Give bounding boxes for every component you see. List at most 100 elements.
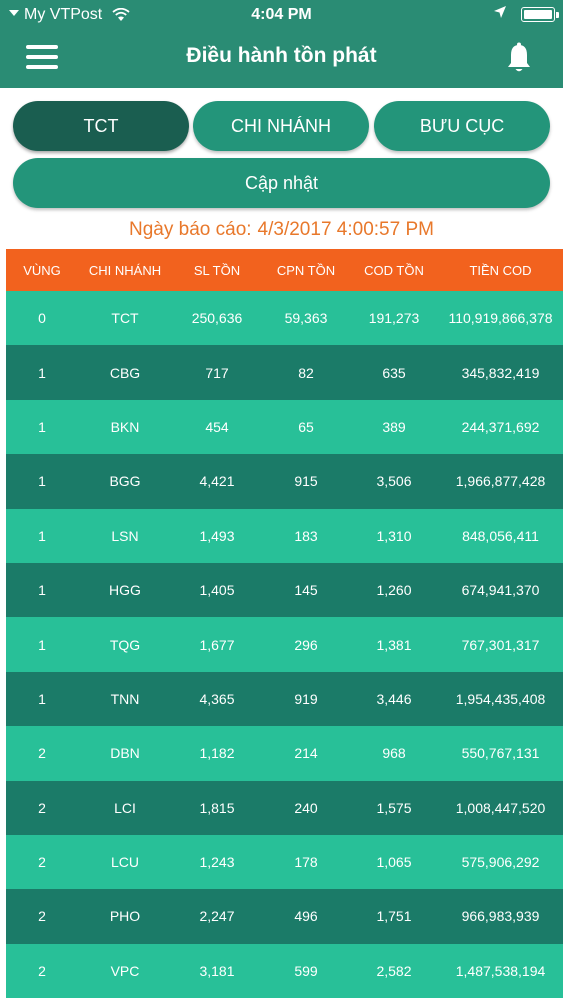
table-row[interactable]: 1 BGG 4,421 915 3,506 1,966,877,428 bbox=[6, 454, 563, 509]
report-date-value: 4/3/2017 4:00:57 PM bbox=[257, 219, 434, 240]
table-row[interactable]: 2 DBN 1,182 214 968 550,767,131 bbox=[6, 726, 563, 781]
header-cpn-ton[interactable]: CPN TỒN bbox=[262, 263, 350, 278]
cell-vung: 1 bbox=[38, 582, 46, 599]
cell-cpn-ton: 59,363 bbox=[284, 310, 328, 327]
table-row[interactable]: 2 VPC 3,181 599 2,582 1,487,538,194 bbox=[6, 943, 563, 999]
cell-cod-ton: 1,260 bbox=[376, 582, 412, 599]
cell-cod-ton: 1,751 bbox=[376, 908, 412, 925]
table-row[interactable]: 1 LSN 1,493 183 1,310 848,056,411 bbox=[6, 508, 563, 563]
cell-sl-ton: 4,365 bbox=[199, 690, 235, 707]
cell-cod-ton: 1,065 bbox=[376, 854, 412, 871]
cell-cpn-ton: 599 bbox=[294, 962, 318, 979]
cell-tien-cod: 848,056,411 bbox=[462, 527, 539, 544]
table-header: VÙNG CHI NHÁNH SL TỒN CPN TỒN COD TỒN TI… bbox=[6, 249, 563, 291]
cell-tien-cod: 575,906,292 bbox=[461, 854, 540, 871]
table-body: 0 TCT 250,636 59,363 191,273 110,919,866,378 1… bbox=[6, 291, 563, 999]
cell-cpn-ton: 496 bbox=[294, 908, 318, 925]
cell-cod-ton: 3,506 bbox=[376, 473, 412, 490]
cell-cpn-ton: 214 bbox=[294, 745, 318, 762]
cell-cpn-ton: 178 bbox=[294, 854, 318, 871]
report-date-label: Ngày báo cáo: bbox=[129, 219, 252, 240]
cell-vung: 2 bbox=[38, 962, 46, 979]
header-tien-cod[interactable]: TIỀN COD bbox=[438, 263, 563, 278]
cell-sl-ton: 1,493 bbox=[199, 527, 235, 544]
segment-tct-button[interactable]: TCT bbox=[13, 101, 189, 151]
table-row[interactable]: 2 LCI 1,815 240 1,575 1,008,447,520 bbox=[6, 780, 563, 835]
cell-cod-ton: 1,575 bbox=[376, 799, 412, 816]
table-row[interactable]: 0 TCT 250,636 59,363 191,273 110,919,866,378 bbox=[6, 291, 563, 346]
cell-cod-ton: 3,446 bbox=[376, 690, 412, 707]
table-row[interactable]: 1 TNN 4,365 919 3,446 1,954,435,408 bbox=[6, 671, 563, 727]
header-vung[interactable]: VÙNG bbox=[6, 263, 78, 278]
cell-tien-cod: 244,371,692 bbox=[461, 418, 540, 435]
report-date: Ngày báo cáo: 4/3/2017 4:00:57 PM bbox=[0, 219, 563, 241]
cell-chi-nhanh: BGG bbox=[109, 473, 141, 490]
update-button[interactable]: Cập nhật bbox=[13, 158, 550, 208]
cell-sl-ton: 3,181 bbox=[199, 962, 235, 979]
cell-tien-cod: 1,966,877,428 bbox=[455, 473, 546, 490]
cell-tien-cod: 767,301,317 bbox=[461, 636, 540, 653]
cell-vung: 1 bbox=[38, 527, 46, 544]
cell-cpn-ton: 296 bbox=[294, 636, 318, 653]
cell-cod-ton: 635 bbox=[382, 364, 406, 381]
cell-sl-ton: 1,677 bbox=[199, 636, 235, 653]
cell-sl-ton: 1,243 bbox=[199, 854, 235, 871]
status-bar: My VTPost 4:04 PM bbox=[0, 0, 563, 30]
cell-vung: 0 bbox=[38, 310, 46, 327]
status-time: 4:04 PM bbox=[251, 6, 312, 23]
cell-tien-cod: 674,941,370 bbox=[461, 582, 540, 599]
cell-tien-cod: 550,767,131 bbox=[461, 745, 540, 762]
header-chi-nhanh[interactable]: CHI NHÁNH bbox=[78, 263, 172, 278]
cell-vung: 1 bbox=[38, 636, 46, 653]
table-row[interactable]: 1 HGG 1,405 145 1,260 674,941,370 bbox=[6, 562, 563, 618]
cell-vung: 1 bbox=[38, 690, 46, 707]
cell-tien-cod: 110,919,866,378 bbox=[448, 310, 553, 327]
header-cod-ton[interactable]: COD TỒN bbox=[350, 263, 438, 278]
cell-cod-ton: 389 bbox=[382, 418, 406, 435]
cell-tien-cod: 1,008,447,520 bbox=[455, 799, 546, 816]
cell-cpn-ton: 145 bbox=[294, 582, 318, 599]
cell-chi-nhanh: LCI bbox=[114, 799, 136, 816]
table-row[interactable]: 2 PHO 2,247 496 1,751 966,983,939 bbox=[6, 889, 563, 944]
table-row[interactable]: 1 CBG 717 82 635 345,832,419 bbox=[6, 345, 563, 400]
bell-icon[interactable] bbox=[505, 42, 533, 74]
cell-cpn-ton: 919 bbox=[294, 690, 318, 707]
cell-tien-cod: 966,983,939 bbox=[461, 908, 540, 925]
table-row[interactable]: 1 TQG 1,677 296 1,381 767,301,317 bbox=[6, 617, 563, 672]
cell-sl-ton: 4,421 bbox=[199, 473, 235, 490]
status-right bbox=[493, 5, 559, 24]
cell-tien-cod: 1,487,538,194 bbox=[455, 962, 546, 979]
cell-sl-ton: 2,247 bbox=[199, 908, 235, 925]
cell-chi-nhanh: TCT bbox=[111, 310, 139, 327]
cell-vung: 2 bbox=[38, 908, 46, 925]
cell-sl-ton: 1,182 bbox=[199, 745, 235, 762]
cell-cod-ton: 1,381 bbox=[376, 636, 412, 653]
segment-chi-nhanh-button[interactable]: CHI NHÁNH bbox=[193, 101, 369, 151]
cell-sl-ton: 454 bbox=[205, 418, 229, 435]
cell-cod-ton: 968 bbox=[382, 745, 406, 762]
header-sl-ton[interactable]: SL TỒN bbox=[172, 263, 262, 278]
cell-chi-nhanh: VPC bbox=[110, 962, 140, 979]
nav-bar: Điều hành tồn phát bbox=[0, 30, 563, 88]
cell-cpn-ton: 240 bbox=[294, 799, 318, 816]
cell-vung: 2 bbox=[38, 854, 46, 871]
location-arrow-icon bbox=[493, 5, 507, 24]
cell-chi-nhanh: HGG bbox=[109, 582, 141, 599]
cell-chi-nhanh: PHO bbox=[109, 908, 141, 925]
cell-vung: 1 bbox=[38, 473, 46, 490]
cell-chi-nhanh: BKN bbox=[110, 418, 140, 435]
cell-tien-cod: 1,954,435,408 bbox=[455, 690, 546, 707]
cell-chi-nhanh: TNN bbox=[110, 690, 140, 707]
table-row[interactable]: 2 LCU 1,243 178 1,065 575,906,292 bbox=[6, 834, 563, 890]
cell-cod-ton: 1,310 bbox=[376, 527, 412, 544]
segment-buu-cuc-button[interactable]: BƯU CỤC bbox=[374, 101, 550, 151]
table-row[interactable]: 1 BKN 454 65 389 244,371,692 bbox=[6, 399, 563, 455]
cell-chi-nhanh: CBG bbox=[109, 364, 141, 381]
cell-vung: 1 bbox=[38, 364, 46, 381]
cell-sl-ton: 250,636 bbox=[191, 310, 243, 327]
cell-sl-ton: 1,815 bbox=[199, 799, 235, 816]
cell-cod-ton: 2,582 bbox=[376, 962, 412, 979]
cell-chi-nhanh: DBN bbox=[110, 745, 140, 762]
cell-cod-ton: 191,273 bbox=[368, 310, 420, 327]
report-table: VÙNG CHI NHÁNH SL TỒN CPN TỒN COD TỒN TI… bbox=[6, 249, 563, 999]
